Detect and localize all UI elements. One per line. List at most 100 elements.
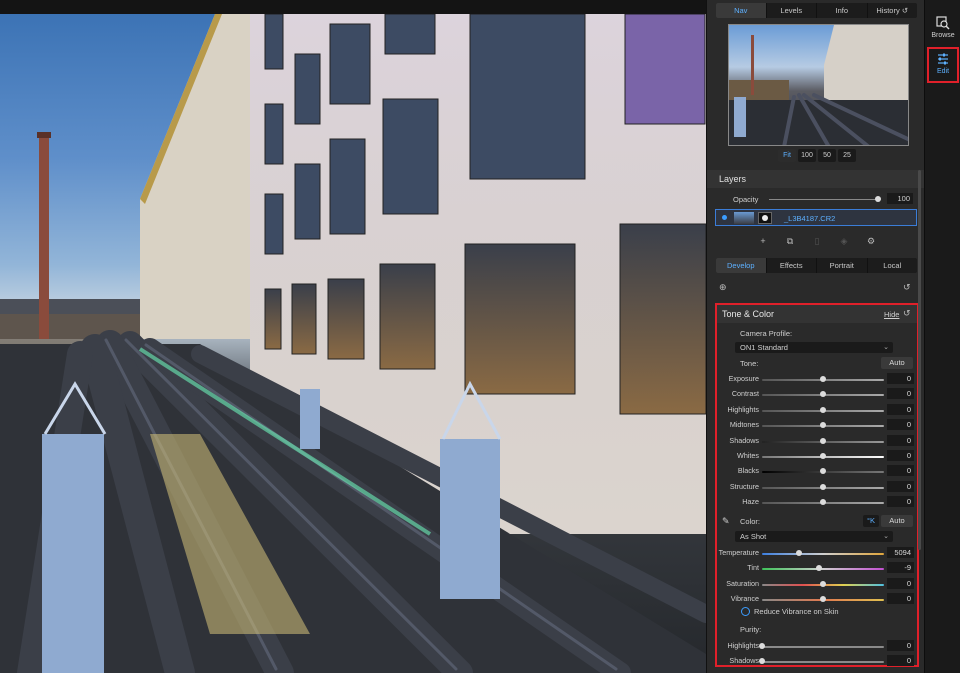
zoom-50-button[interactable]: 50 (818, 149, 836, 162)
delete-layer-icon[interactable]: ▯ (811, 235, 823, 247)
slider-knob[interactable] (759, 658, 765, 665)
browse-button[interactable]: Browse (927, 16, 959, 46)
slider-knob[interactable] (820, 453, 826, 459)
slider-knob[interactable] (820, 391, 826, 398)
slider-value[interactable]: 0 (887, 434, 914, 446)
photo-canvas[interactable] (0, 14, 706, 673)
slider-value[interactable]: 0 (887, 465, 914, 477)
slider-label: Highlights (727, 641, 759, 650)
browse-label: Browse (931, 32, 955, 39)
slider-value[interactable]: -9 (887, 562, 914, 574)
slider-value[interactable]: 0 (887, 640, 914, 651)
slider-value[interactable]: 0 (887, 496, 914, 508)
slider-value[interactable]: 0 (887, 450, 914, 461)
slider-knob[interactable] (820, 437, 826, 444)
slider-row-highlights: Highlights 0 (717, 640, 917, 652)
tab-info[interactable]: Info (817, 3, 868, 18)
layer-item[interactable]: _L3B4187.CR2 (715, 209, 917, 226)
add-layer-icon[interactable]: + (757, 235, 769, 247)
slider-track[interactable] (762, 661, 884, 664)
slider-row-vibrance: Vibrance 0 (717, 593, 917, 605)
nav-tabbar: Nav Levels Info History ↺ (716, 3, 917, 18)
slider-knob[interactable] (820, 376, 826, 382)
tab-portrait[interactable]: Portrait (817, 258, 868, 273)
tab-nav[interactable]: Nav (716, 3, 767, 18)
slider-value[interactable]: 0 (887, 419, 914, 431)
slider-row-shadows: Shadows 0 (717, 434, 917, 447)
layer-visibility-icon[interactable] (722, 215, 727, 220)
add-filter-icon[interactable]: ⊕ (719, 282, 727, 293)
slider-value[interactable]: 0 (887, 388, 914, 400)
navigator-thumbnail[interactable] (728, 24, 909, 146)
slider-knob[interactable] (820, 596, 826, 603)
kelvin-toggle[interactable]: °K (863, 515, 879, 527)
slider-label: Midtones (729, 420, 759, 430)
slider-knob[interactable] (820, 422, 826, 429)
tone-color-title: Tone & Color (722, 309, 775, 319)
slider-value[interactable]: 0 (887, 403, 914, 415)
slider-label: Tint (747, 563, 759, 573)
zoom-25-button[interactable]: 25 (838, 149, 856, 162)
edit-label: Edit (936, 68, 950, 75)
slider-knob[interactable] (820, 483, 826, 490)
tab-history[interactable]: History ↺ (868, 3, 918, 18)
tone-auto-button[interactable]: Auto (881, 357, 913, 369)
opacity-value[interactable]: 100 (887, 193, 913, 204)
slider-knob[interactable] (759, 643, 765, 649)
slider-row-whites: Whites 0 (717, 450, 917, 462)
edit-button[interactable]: Edit (927, 47, 959, 83)
merge-layer-icon[interactable]: ◈ (838, 235, 850, 247)
zoom-100-button[interactable]: 100 (798, 149, 816, 162)
slider-value[interactable]: 0 (887, 480, 914, 492)
slider-row-haze: Haze 0 (717, 496, 917, 508)
tab-history-label: History (876, 6, 900, 15)
tab-local[interactable]: Local (868, 258, 918, 273)
slider-knob[interactable] (820, 406, 826, 413)
opacity-track[interactable] (769, 199, 879, 200)
layer-settings-icon[interactable]: ⚙ (865, 235, 877, 247)
slider-knob[interactable] (820, 468, 826, 475)
slider-label: Whites (737, 451, 759, 460)
slider-value[interactable]: 5094 (887, 547, 914, 558)
reset-icon[interactable]: ↺ (903, 308, 911, 319)
white-balance-dropdown[interactable]: As Shot ⌄ (735, 531, 893, 542)
tab-levels[interactable]: Levels (767, 3, 817, 18)
slider-knob[interactable] (816, 565, 823, 572)
tone-color-header[interactable]: Tone & Color Hide ↺ (717, 305, 917, 323)
layer-mask-icon[interactable] (758, 212, 772, 224)
slider-knob[interactable] (795, 550, 802, 556)
slider-row-tint: Tint -9 (717, 562, 917, 574)
slider-knob[interactable] (820, 580, 826, 587)
zoom-fit-button[interactable]: Fit (778, 149, 796, 162)
hide-button[interactable]: Hide (884, 310, 899, 319)
slider-track[interactable] (762, 646, 884, 648)
tab-effects[interactable]: Effects (767, 258, 817, 273)
slider-track[interactable] (762, 568, 884, 571)
slider-value[interactable]: 0 (887, 577, 914, 589)
slider-label: Blacks (737, 466, 759, 476)
layers-header[interactable]: Layers (707, 170, 925, 188)
slider-label: Structure (729, 481, 759, 491)
slider-row-contrast: Contrast 0 (717, 388, 917, 400)
duplicate-layer-icon[interactable]: ⧉ (784, 235, 796, 247)
develop-icon-row: ⊕ ↺ (707, 280, 925, 294)
opacity-label: Opacity (733, 195, 759, 204)
slider-value[interactable]: 0 (887, 593, 914, 605)
reduce-vibrance-checkbox[interactable] (741, 607, 750, 616)
camera-profile-dropdown[interactable]: ON1 Standard ⌄ (735, 342, 893, 353)
slider-row-highlights: Highlights 0 (717, 403, 917, 416)
navigator-preview (729, 25, 908, 145)
slider-knob[interactable] (820, 499, 826, 506)
eyedropper-icon[interactable]: ✎ (722, 516, 730, 527)
slider-track[interactable] (762, 553, 884, 555)
opacity-knob[interactable] (875, 196, 881, 202)
slider-row-blacks: Blacks 0 (717, 465, 917, 477)
reset-icon[interactable]: ↺ (903, 282, 911, 293)
slider-value[interactable]: 0 (887, 655, 914, 667)
color-auto-button[interactable]: Auto (881, 515, 913, 527)
tab-develop[interactable]: Develop (716, 258, 767, 273)
slider-value[interactable]: 0 (887, 373, 914, 384)
develop-tabbar: Develop Effects Portrait Local (716, 258, 917, 273)
panel-scrollbar[interactable] (918, 170, 921, 550)
slider-row-exposure: Exposure 0 (717, 373, 917, 385)
